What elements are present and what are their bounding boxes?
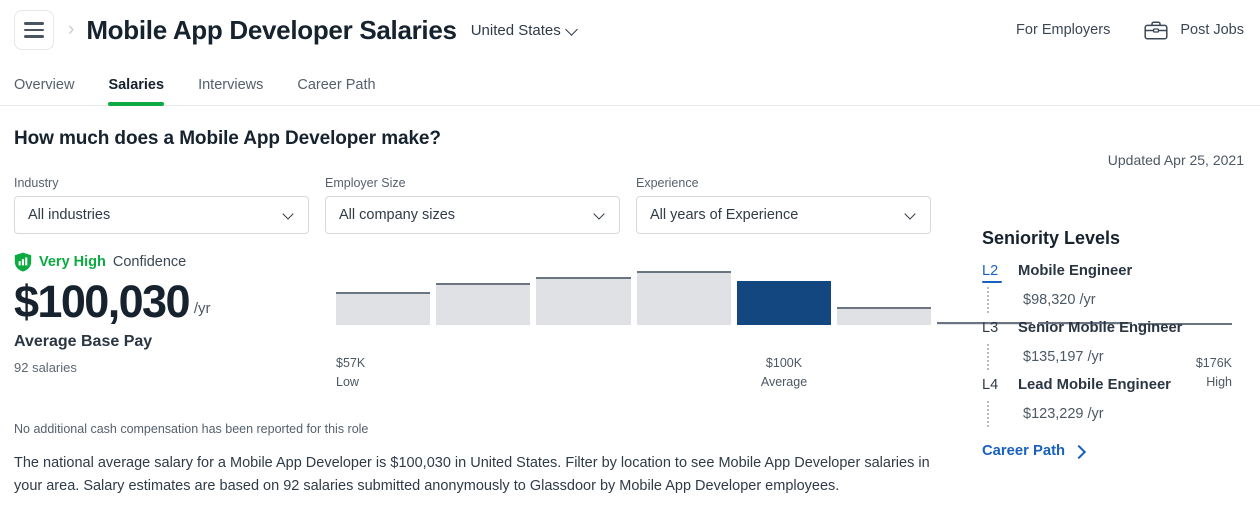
hamburger-line [24, 35, 44, 38]
seniority-pay-l4: $123,229 /yr [1023, 406, 1104, 422]
hamburger-line [24, 29, 44, 32]
dotted-connector [987, 287, 1009, 313]
question-heading: How much does a Mobile App Developer mak… [14, 128, 1244, 150]
average-pay-amount: $100,030 [14, 278, 189, 325]
seniority-name-l2: Mobile Engineer [1018, 263, 1132, 279]
filter-employer-size-label: Employer Size [325, 176, 620, 190]
histogram-bar[interactable] [336, 292, 430, 325]
seniority-levels-panel: Seniority Levels L2 Mobile Engineer $98,… [970, 228, 1260, 459]
pay-summary: Very High Confidence $100,030 /yr Averag… [14, 252, 314, 402]
dotted-connector [987, 401, 1009, 427]
post-jobs-link[interactable]: Post Jobs [1144, 21, 1244, 40]
salary-description: The national average salary for a Mobile… [14, 452, 959, 499]
post-jobs-label: Post Jobs [1180, 22, 1244, 38]
seniority-pay-row-l3: $135,197 /yr [982, 344, 1260, 370]
filter-industry-value: All industries [28, 207, 110, 223]
hamburger-menu-icon[interactable] [14, 10, 54, 50]
tab-overview[interactable]: Overview [14, 77, 74, 105]
top-header-bar: › Mobile App Developer Salaries United S… [0, 0, 1260, 60]
chevron-down-icon [595, 210, 606, 221]
tab-career-path[interactable]: Career Path [297, 77, 375, 105]
chevron-down-icon [567, 25, 578, 36]
shield-bar-chart-icon [14, 252, 32, 272]
filter-employer-size: Employer Size All company sizes [325, 176, 620, 234]
seniority-pay-row-l4: $123,229 /yr [982, 401, 1260, 427]
seniority-name-l4: Lead Mobile Engineer [1018, 377, 1171, 393]
filter-experience-label: Experience [636, 176, 931, 190]
seniority-pay-l3: $135,197 /yr [1023, 349, 1104, 365]
filter-industry-select[interactable]: All industries [14, 196, 309, 234]
histogram-bar[interactable] [837, 307, 931, 325]
filter-bar: Industry All industries Employer Size Al… [14, 176, 1244, 234]
axis-caption-low: Low [336, 373, 365, 392]
briefcase-icon [1144, 21, 1168, 40]
seniority-code-l2: L2 [982, 263, 1004, 282]
axis-label-low: $57K Low [336, 354, 365, 392]
seniority-level-l4[interactable]: L4 Lead Mobile Engineer [982, 377, 1260, 396]
section-tabs: Overview Salaries Interviews Career Path [0, 60, 1260, 106]
pay-period: /yr [194, 300, 211, 317]
tab-interviews[interactable]: Interviews [198, 77, 263, 105]
for-employers-link[interactable]: For Employers [1016, 22, 1110, 38]
filter-experience-select[interactable]: All years of Experience [636, 196, 931, 234]
seniority-panel-title: Seniority Levels [982, 228, 1260, 249]
chevron-right-icon [1074, 447, 1083, 456]
histogram-bar[interactable] [536, 277, 630, 325]
confidence-level: Very High [39, 254, 106, 270]
seniority-code-l3: L3 [982, 320, 1004, 339]
histogram-bar[interactable] [436, 283, 530, 325]
main-content: How much does a Mobile App Developer mak… [0, 128, 1260, 499]
tab-salaries[interactable]: Salaries [108, 77, 164, 105]
filter-industry-label: Industry [14, 176, 309, 190]
salary-count: 92 salaries [14, 360, 314, 375]
location-label: United States [471, 22, 561, 39]
dotted-connector [987, 344, 1009, 370]
filter-industry: Industry All industries [14, 176, 309, 234]
seniority-pay-l2: $98,320 /yr [1023, 292, 1096, 308]
confidence-word: Confidence [113, 254, 186, 270]
average-base-pay-label: Average Base Pay [14, 333, 314, 351]
seniority-name-l3: Senior Mobile Engineer [1018, 320, 1182, 336]
location-dropdown[interactable]: United States [471, 22, 578, 39]
breadcrumb-separator-icon: › [68, 19, 74, 41]
histogram-bar-average[interactable] [737, 281, 831, 325]
filter-employer-size-value: All company sizes [339, 207, 455, 223]
seniority-code-l4: L4 [982, 377, 1004, 396]
seniority-level-l2[interactable]: L2 Mobile Engineer [982, 263, 1260, 282]
filter-employer-size-select[interactable]: All company sizes [325, 196, 620, 234]
career-path-label: Career Path [982, 443, 1065, 459]
axis-value-average: $100K [766, 356, 802, 370]
filter-experience: Experience All years of Experience [636, 176, 931, 234]
filter-experience-value: All years of Experience [650, 207, 798, 223]
confidence-badge: Very High Confidence [14, 252, 314, 272]
axis-label-average: $100K Average [761, 354, 807, 392]
hamburger-line [24, 22, 44, 25]
seniority-level-l3[interactable]: L3 Senior Mobile Engineer [982, 320, 1260, 339]
axis-value-low: $57K [336, 356, 365, 370]
chevron-down-icon [284, 210, 295, 221]
chevron-down-icon [906, 210, 917, 221]
header-actions: For Employers Post Jobs [1016, 21, 1244, 40]
page-title: Mobile App Developer Salaries [86, 15, 456, 46]
axis-caption-average: Average [761, 373, 807, 392]
updated-date: Updated Apr 25, 2021 [1108, 152, 1244, 168]
seniority-pay-row-l2: $98,320 /yr [982, 287, 1260, 313]
career-path-link[interactable]: Career Path [982, 443, 1260, 459]
average-pay-amount-row: $100,030 /yr [14, 278, 314, 325]
histogram-bar[interactable] [637, 271, 731, 324]
